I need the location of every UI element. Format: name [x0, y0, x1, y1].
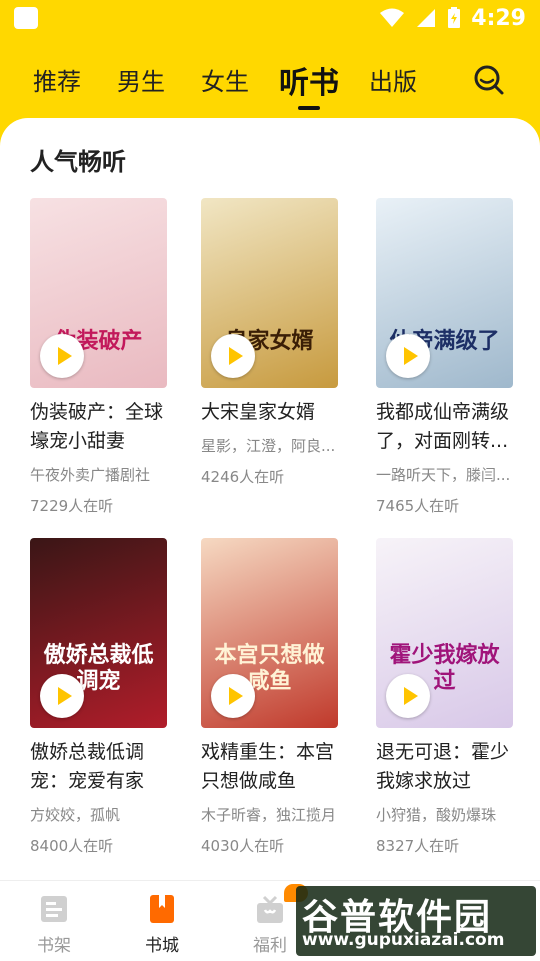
book-title: 我都成仙帝满级了，对面刚转...	[376, 401, 510, 452]
tab-recommend[interactable]: 推荐	[33, 62, 81, 97]
book-card[interactable]: 仙帝满级了我都成仙帝满级了，对面刚转... 一路听天下，滕闫... 7465人在听	[376, 198, 516, 516]
bottom-nav-welfare[interactable]: 福利	[240, 893, 300, 956]
bookstore-icon	[146, 893, 178, 925]
active-tab-indicator	[298, 106, 320, 110]
bottom-nav-label: 书城	[145, 936, 179, 956]
tab-publish[interactable]: 出版	[369, 62, 417, 97]
tab-male[interactable]: 男生	[117, 62, 165, 97]
play-icon[interactable]	[211, 674, 255, 718]
book-card[interactable]: 皇家女婿大宋皇家女婿星影，江澄，阿良... 4246人在听	[201, 198, 341, 487]
book-author: 方姣姣，孤帆	[30, 806, 121, 824]
book-cover[interactable]: 霍少我嫁放过	[376, 538, 513, 728]
book-listener-count: 7465人在听	[376, 497, 460, 515]
content-panel: 人气畅听 伪装破产伪装破产：全球壕宠小甜妻午夜外卖广播剧社 7229人在听 皇家女婿…	[0, 118, 540, 880]
search-icon[interactable]	[473, 64, 505, 96]
watermark: 谷普软件园 www.gupuxiazai.com	[296, 886, 536, 956]
play-icon[interactable]	[386, 334, 430, 378]
book-title: 傲娇总裁低调宠：宠爱有家	[30, 741, 145, 792]
book-listener-count: 4246人在听	[201, 468, 285, 486]
book-title: 退无可退：霍少我嫁求放过	[376, 741, 510, 792]
tab-audiobook[interactable]: 听书	[279, 58, 339, 102]
bottom-nav-bookshelf[interactable]: 书架	[24, 893, 84, 956]
wifi-icon	[379, 8, 405, 28]
play-icon[interactable]	[40, 334, 84, 378]
book-title: 戏精重生：本宫只想做咸鱼	[201, 741, 335, 792]
book-card[interactable]: 霍少我嫁放过退无可退：霍少我嫁求放过小狩猎，酸奶爆珠 8327人在听	[376, 538, 516, 856]
book-author: 小狩猎，酸奶爆珠	[376, 806, 497, 824]
top-nav: 推荐 男生 女生 听书 出版	[0, 36, 540, 118]
book-cover[interactable]: 仙帝满级了	[376, 198, 513, 388]
bottom-nav-bookstore[interactable]: 书城	[132, 893, 192, 956]
book-cover[interactable]: 傲娇总裁低调宠	[30, 538, 167, 728]
play-icon[interactable]	[211, 334, 255, 378]
status-icons: 4:29	[379, 5, 526, 31]
book-cover[interactable]: 本宫只想做咸鱼	[201, 538, 338, 728]
clock: 4:29	[471, 5, 526, 31]
book-cover[interactable]: 伪装破产	[30, 198, 167, 388]
book-author: 星影，江澄，阿良...	[201, 437, 336, 455]
book-card[interactable]: 伪装破产伪装破产：全球壕宠小甜妻午夜外卖广播剧社 7229人在听	[30, 198, 170, 516]
notification-icon	[14, 7, 38, 29]
book-card[interactable]: 本宫只想做咸鱼戏精重生：本宫只想做咸鱼木子昕睿，独江揽月 4030人在听	[201, 538, 341, 856]
book-title: 伪装破产：全球壕宠小甜妻	[30, 401, 164, 452]
book-card[interactable]: 傲娇总裁低调宠傲娇总裁低调宠：宠爱有家方姣姣，孤帆 8400人在听	[30, 538, 170, 856]
book-listener-count: 8400人在听	[30, 837, 114, 855]
book-listener-count: 7229人在听	[30, 497, 114, 515]
book-title: 大宋皇家女婿	[201, 401, 316, 423]
bottom-nav-label: 书架	[37, 936, 71, 956]
book-listener-count: 8327人在听	[376, 837, 460, 855]
bottom-nav-label: 福利	[253, 936, 287, 956]
play-icon[interactable]	[386, 674, 430, 718]
play-icon[interactable]	[40, 674, 84, 718]
watermark-url: www.gupuxiazai.com	[302, 930, 505, 950]
gift-icon	[254, 893, 286, 925]
tab-female[interactable]: 女生	[201, 62, 249, 97]
book-cover[interactable]: 皇家女婿	[201, 198, 338, 388]
book-author: 一路听天下，滕闫...	[376, 466, 511, 484]
bookshelf-icon	[38, 893, 70, 925]
status-bar: 4:29	[0, 0, 540, 36]
battery-icon	[447, 7, 461, 29]
book-author: 午夜外卖广播剧社	[30, 466, 151, 484]
book-author: 木子昕睿，独江揽月	[201, 806, 336, 824]
book-listener-count: 4030人在听	[201, 837, 285, 855]
signal-icon	[415, 8, 437, 28]
section-title: 人气畅听	[30, 148, 126, 176]
